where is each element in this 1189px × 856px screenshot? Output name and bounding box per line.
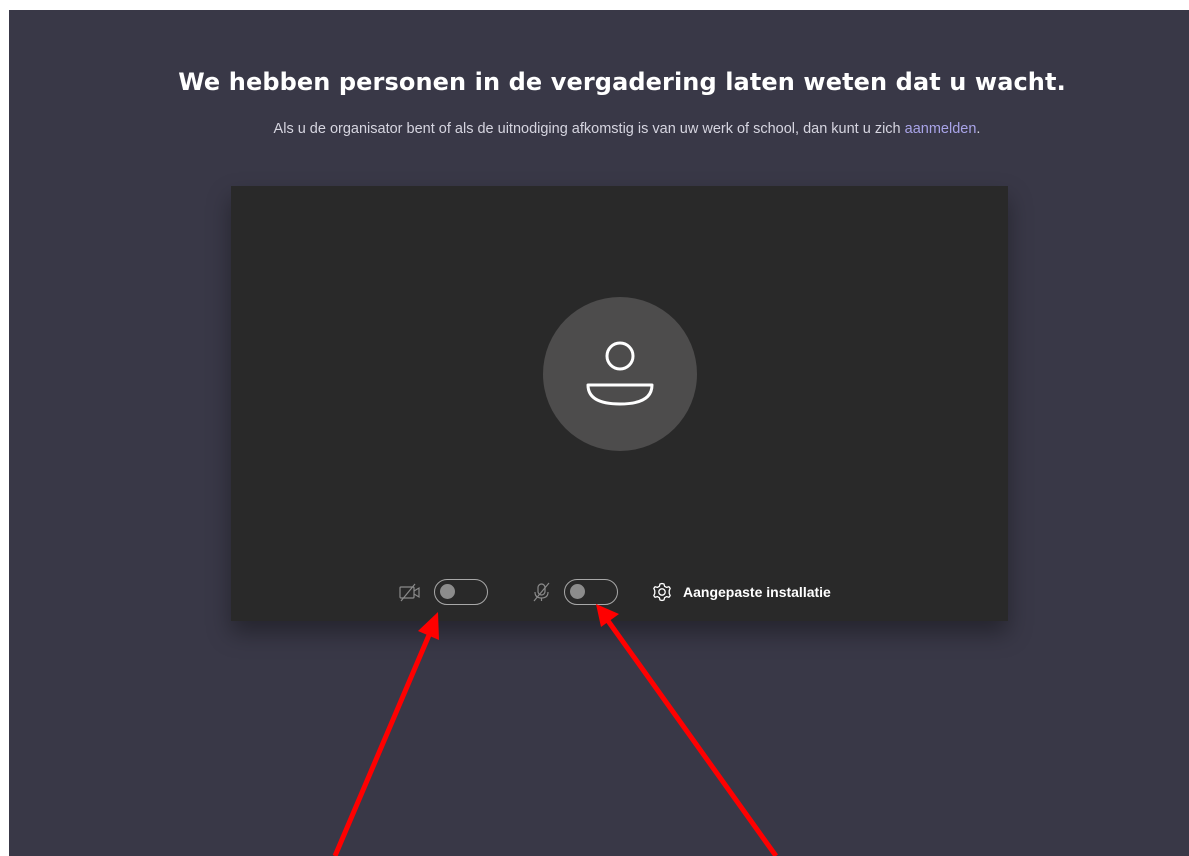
mic-toggle[interactable] — [564, 579, 618, 605]
camera-off-icon — [399, 583, 420, 602]
device-controls: Aangepaste installatie — [231, 577, 1008, 607]
sign-in-hint: Als u de organisator bent of als de uitn… — [9, 121, 1189, 137]
camera-toggle[interactable] — [434, 579, 488, 605]
page-title: We hebben personen in de vergadering lat… — [178, 68, 1066, 96]
mic-toggle-knob — [570, 584, 585, 599]
sign-in-hint-text: Als u de organisator bent of als de uitn… — [273, 121, 905, 137]
sign-in-hint-period: . — [976, 121, 981, 137]
sign-in-link[interactable]: aanmelden — [905, 121, 977, 137]
device-settings-label: Aangepaste installatie — [683, 584, 831, 600]
mic-off-icon — [533, 582, 550, 602]
avatar — [543, 297, 697, 451]
person-icon — [586, 341, 654, 406]
meeting-lobby: We hebben personen in de vergadering lat… — [9, 10, 1189, 856]
gear-icon — [653, 582, 671, 602]
camera-toggle-knob — [440, 584, 455, 599]
device-settings-button[interactable]: Aangepaste installatie — [651, 577, 831, 607]
video-preview: Aangepaste installatie — [231, 186, 1008, 621]
